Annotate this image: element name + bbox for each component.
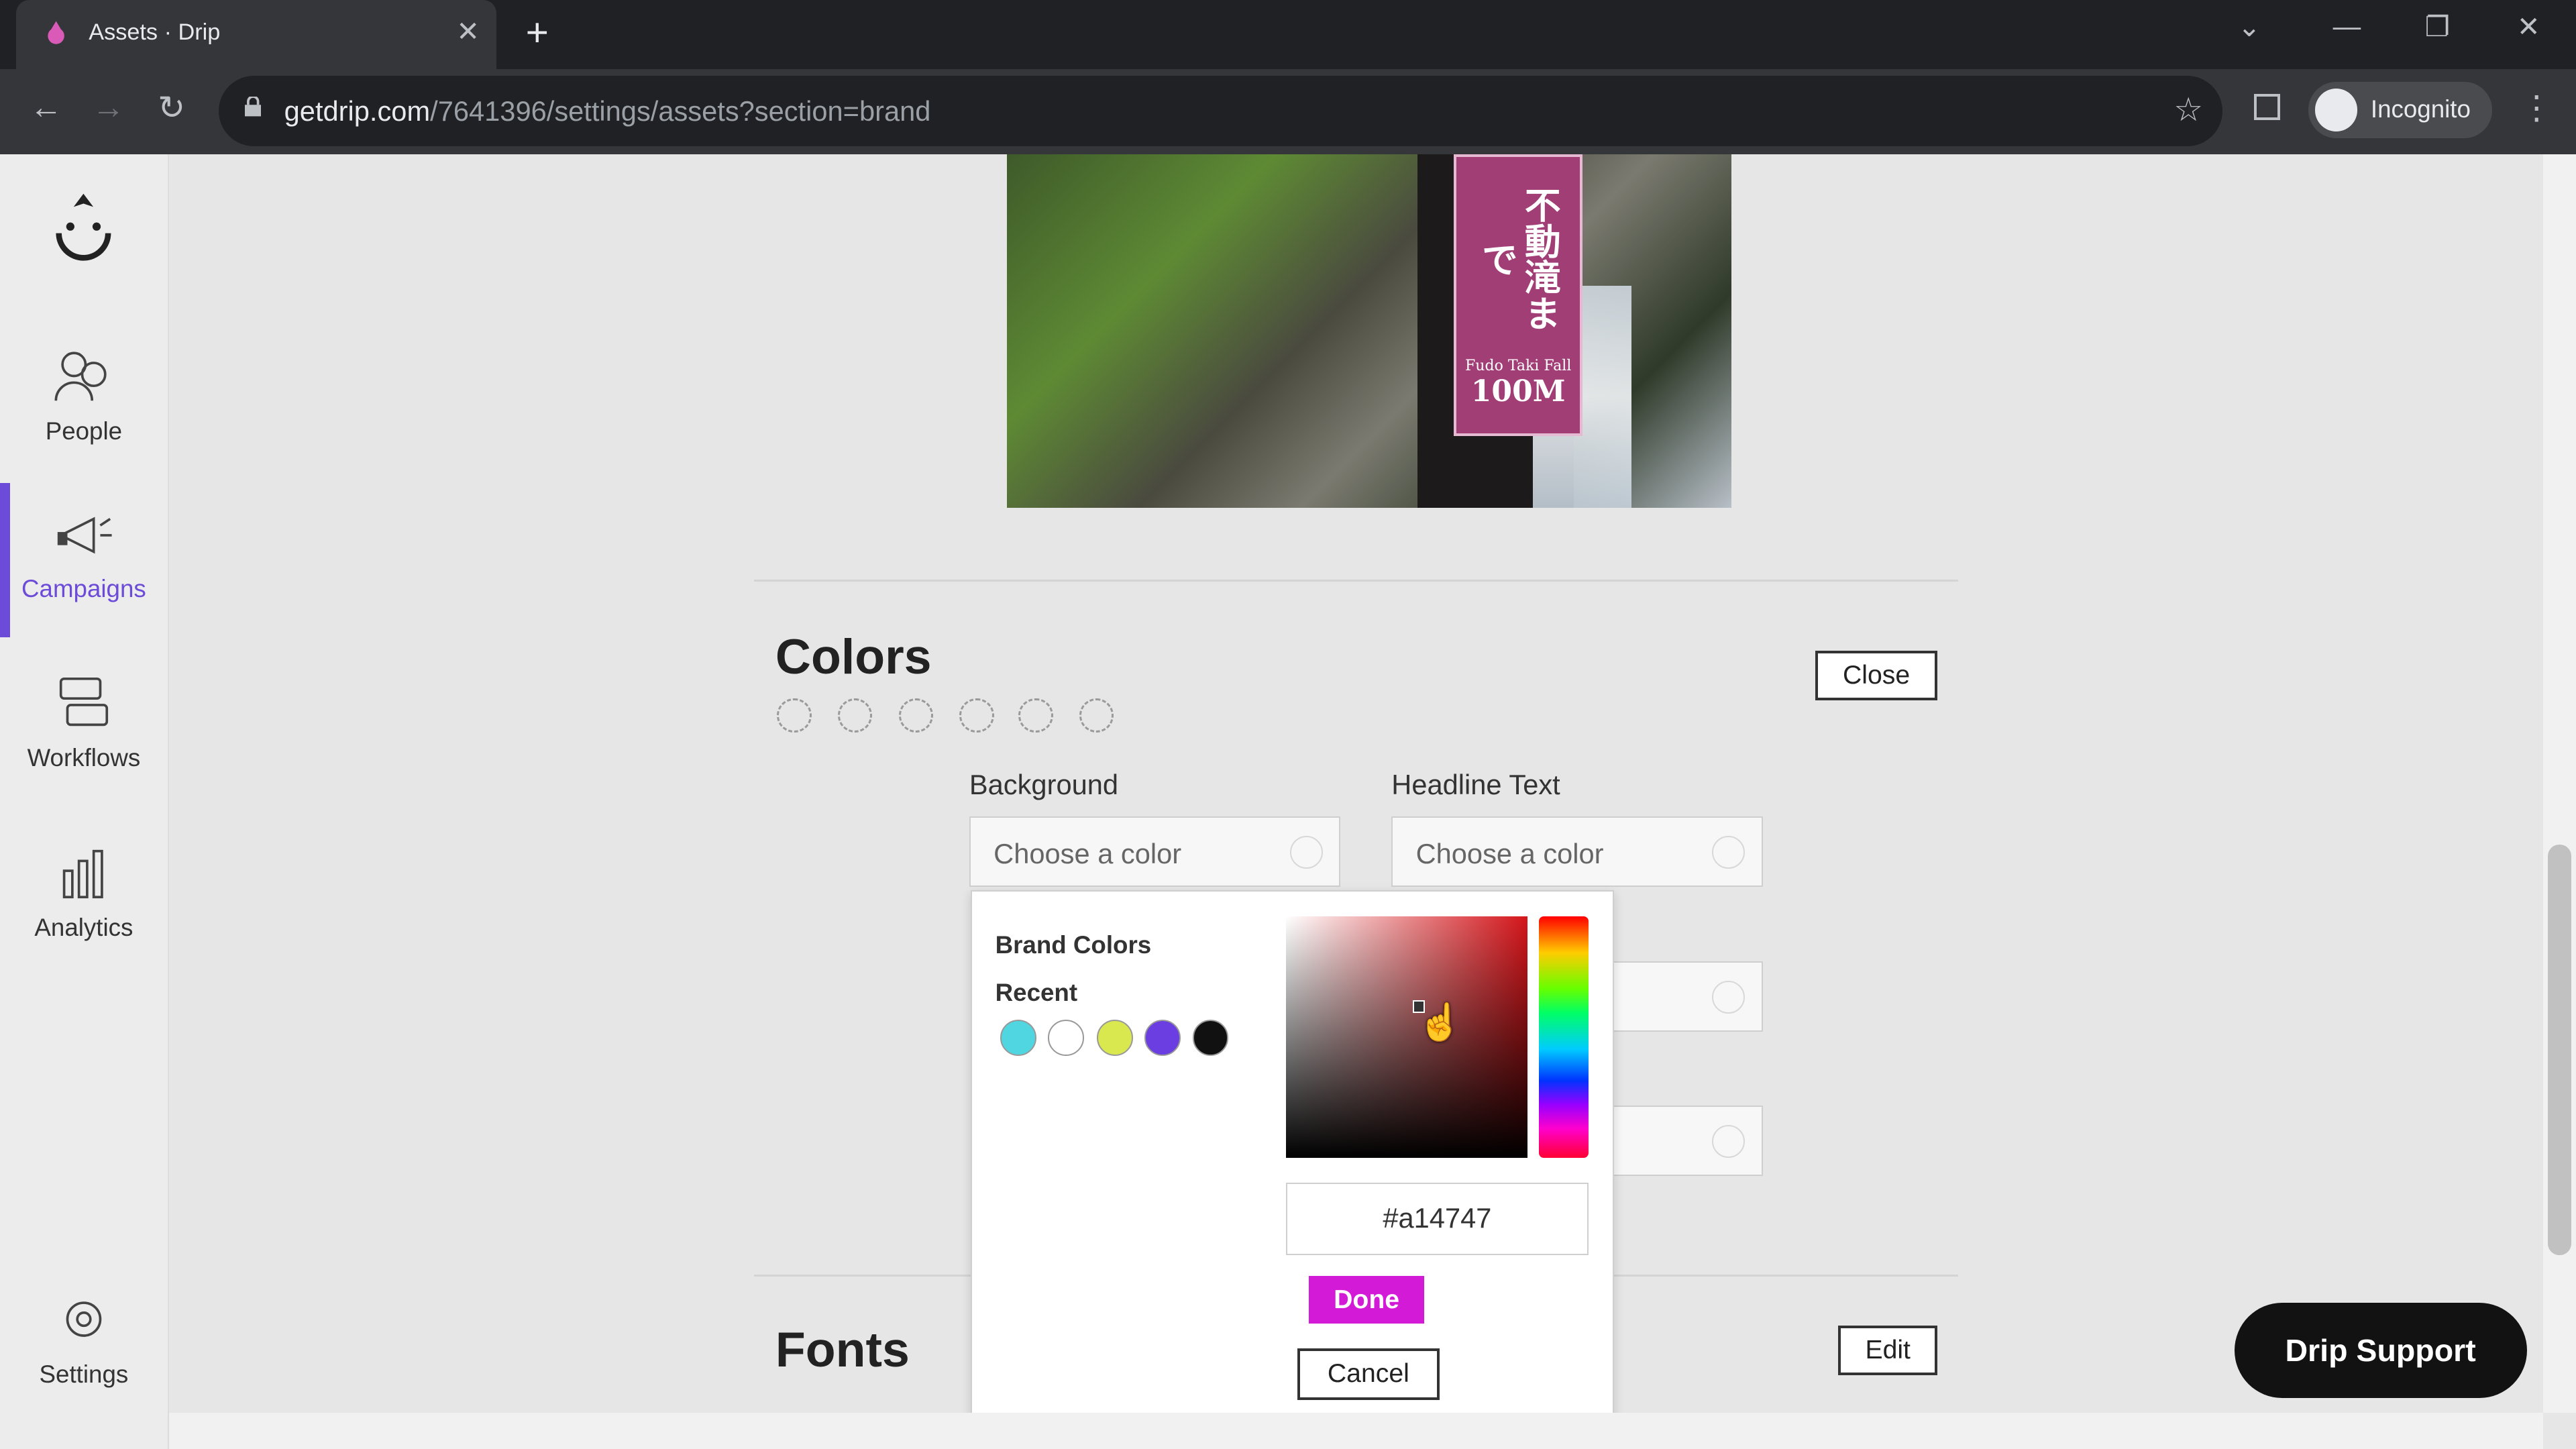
horizontal-scrollbar[interactable] bbox=[169, 1413, 2544, 1449]
tab-title: Assets · Drip bbox=[89, 19, 221, 46]
color-field[interactable] bbox=[1608, 1106, 1763, 1177]
close-button[interactable]: Close bbox=[1815, 650, 1937, 700]
people-icon bbox=[54, 352, 107, 401]
sidebar-item-label: Analytics bbox=[34, 913, 133, 941]
new-tab-icon[interactable]: + bbox=[526, 10, 549, 55]
color-picker-popover: Brand Colors Recent ☝ #a14747 Done Cance… bbox=[971, 890, 1615, 1413]
app-sidebar: People Campaigns Workflows Analytics Set… bbox=[0, 154, 169, 1449]
sidebar-item-campaigns[interactable]: Campaigns bbox=[0, 483, 168, 638]
headline-color-field[interactable]: Choose a color bbox=[1391, 816, 1763, 888]
incognito-label: Incognito bbox=[2370, 95, 2471, 123]
drip-favicon-icon bbox=[48, 21, 64, 45]
main-content: 不動滝まで Fudo Taki Fall 100M Colors Close B… bbox=[169, 154, 2544, 1413]
sign: 不動滝まで Fudo Taki Fall 100M bbox=[1454, 154, 1583, 436]
hue-slider[interactable] bbox=[1539, 916, 1589, 1159]
recent-color-swatch[interactable] bbox=[1000, 1020, 1036, 1057]
vertical-scrollbar[interactable] bbox=[2543, 154, 2576, 1413]
brand-colors-heading: Brand Colors bbox=[995, 931, 1152, 959]
browser-tab[interactable]: Assets · Drip ✕ bbox=[16, 0, 496, 69]
window-close-icon[interactable]: ✕ bbox=[2517, 10, 2540, 43]
color-slot[interactable] bbox=[777, 698, 812, 733]
incognito-badge[interactable]: Incognito bbox=[2308, 82, 2493, 138]
sidebar-item-label: Settings bbox=[39, 1360, 129, 1388]
color-slot[interactable] bbox=[959, 698, 994, 733]
colors-title: Colors bbox=[775, 628, 932, 684]
fonts-edit-button[interactable]: Edit bbox=[1838, 1326, 1937, 1376]
done-button[interactable]: Done bbox=[1309, 1276, 1424, 1324]
saturation-value-area[interactable]: ☝ bbox=[1286, 916, 1528, 1159]
forward-icon[interactable]: → bbox=[92, 89, 125, 126]
background-color-field[interactable]: Choose a color bbox=[969, 816, 1341, 888]
headline-text-label: Headline Text bbox=[1391, 769, 1560, 801]
color-preview-dot bbox=[1712, 836, 1746, 869]
reload-icon[interactable]: ↻ bbox=[158, 89, 185, 127]
browser-toolbar: ← → ↻ getdrip.com/7641396/settings/asset… bbox=[0, 68, 2576, 155]
lock-icon bbox=[244, 97, 262, 117]
sidebar-item-label: People bbox=[45, 417, 123, 445]
background-label: Background bbox=[969, 769, 1119, 801]
restore-icon[interactable]: ❐ bbox=[2425, 10, 2450, 43]
recent-color-swatch[interactable] bbox=[1144, 1020, 1181, 1057]
megaphone-icon bbox=[57, 517, 112, 554]
bookmark-star-icon[interactable]: ☆ bbox=[2174, 91, 2203, 129]
brand-asset-image: 不動滝まで Fudo Taki Fall 100M bbox=[1007, 154, 1732, 508]
sidebar-item-label: Workflows bbox=[27, 744, 141, 772]
drip-support-button[interactable]: Drip Support bbox=[2234, 1303, 2527, 1399]
color-slot[interactable] bbox=[1079, 698, 1114, 733]
side-panel-icon[interactable] bbox=[2254, 93, 2281, 120]
recent-color-swatch[interactable] bbox=[1097, 1020, 1134, 1057]
color-field[interactable] bbox=[1608, 961, 1763, 1032]
sidebar-item-settings[interactable]: Settings bbox=[0, 1269, 168, 1423]
color-slot[interactable] bbox=[898, 698, 933, 733]
address-bar[interactable]: getdrip.com/7641396/settings/assets?sect… bbox=[218, 75, 2223, 146]
url-text: getdrip.com/7641396/settings/assets?sect… bbox=[284, 95, 931, 127]
color-slot[interactable] bbox=[1018, 698, 1053, 733]
workflow-icon bbox=[59, 677, 109, 726]
incognito-icon bbox=[2314, 89, 2358, 131]
browser-menu-icon[interactable]: ⋮ bbox=[2520, 89, 2553, 127]
color-preview-dot bbox=[1289, 836, 1323, 869]
bar-chart-icon bbox=[62, 849, 103, 898]
sidebar-item-analytics[interactable]: Analytics bbox=[0, 821, 168, 975]
minimize-icon[interactable]: — bbox=[2333, 10, 2361, 42]
drip-logo-icon[interactable] bbox=[49, 187, 118, 266]
tab-search-icon[interactable]: ⌄ bbox=[2238, 10, 2261, 43]
recent-color-swatch[interactable] bbox=[1047, 1020, 1084, 1057]
sidebar-item-people[interactable]: People bbox=[0, 325, 168, 480]
recent-heading: Recent bbox=[995, 979, 1078, 1007]
recent-color-swatch[interactable] bbox=[1192, 1020, 1229, 1057]
sidebar-item-workflows[interactable]: Workflows bbox=[0, 652, 168, 806]
hex-input[interactable]: #a14747 bbox=[1286, 1182, 1589, 1255]
color-slot[interactable] bbox=[837, 698, 873, 733]
browser-tab-bar: Assets · Drip ✕ + ⌄ — ❐ ✕ bbox=[0, 0, 2576, 69]
mouse-pointer-icon: ☝ bbox=[1417, 1002, 1463, 1043]
cancel-button[interactable]: Cancel bbox=[1297, 1348, 1440, 1400]
section-divider bbox=[754, 580, 1959, 582]
sidebar-item-label: Campaigns bbox=[21, 575, 146, 603]
tab-close-icon[interactable]: ✕ bbox=[456, 15, 480, 48]
back-icon[interactable]: ← bbox=[30, 89, 62, 126]
gear-icon bbox=[66, 1301, 102, 1337]
fonts-title: Fonts bbox=[775, 1321, 910, 1377]
